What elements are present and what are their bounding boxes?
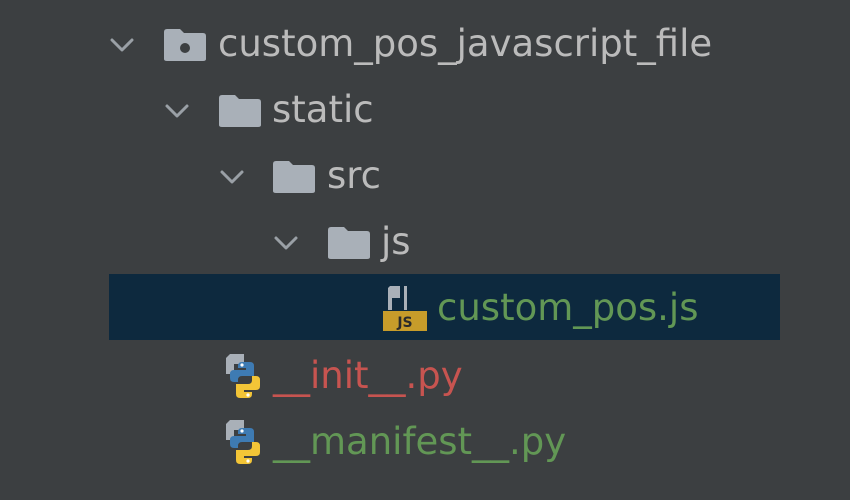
tree-item-label: __init__.py (273, 354, 463, 397)
tree-item-js[interactable]: js (0, 210, 850, 276)
folder-icon (273, 161, 315, 193)
tree-item-custom-pos-javascript-file[interactable]: custom_pos_javascript_file (0, 12, 850, 78)
folder-icon (328, 227, 370, 259)
project-tree: custom_pos_javascript_file static src js (0, 0, 850, 500)
chevron-down-icon[interactable] (109, 32, 135, 58)
javascript-file-icon: JS (383, 286, 427, 331)
tree-item-src[interactable]: src (0, 144, 850, 210)
tree-item-init-py[interactable]: __init__.py (0, 342, 850, 408)
tree-item-label: js (381, 220, 411, 263)
js-badge-text: JS (396, 315, 412, 331)
python-file-icon (226, 354, 260, 398)
tree-item-custom-pos-js[interactable]: JS custom_pos.js (0, 274, 850, 340)
tree-item-label: static (272, 88, 374, 131)
tree-item-label: custom_pos_javascript_file (218, 22, 713, 65)
tree-item-label: src (327, 154, 382, 197)
chevron-down-icon[interactable] (273, 230, 299, 256)
chevron-down-icon[interactable] (164, 98, 190, 124)
tree-item-manifest-py[interactable]: __manifest__.py (0, 408, 850, 474)
tree-item-label: custom_pos.js (437, 286, 699, 329)
tree-item-label: __manifest__.py (273, 420, 567, 463)
folder-icon (219, 95, 261, 127)
module-folder-icon (164, 29, 206, 61)
tree-item-static[interactable]: static (0, 78, 850, 144)
chevron-down-icon[interactable] (219, 164, 245, 190)
python-file-icon (226, 420, 260, 464)
